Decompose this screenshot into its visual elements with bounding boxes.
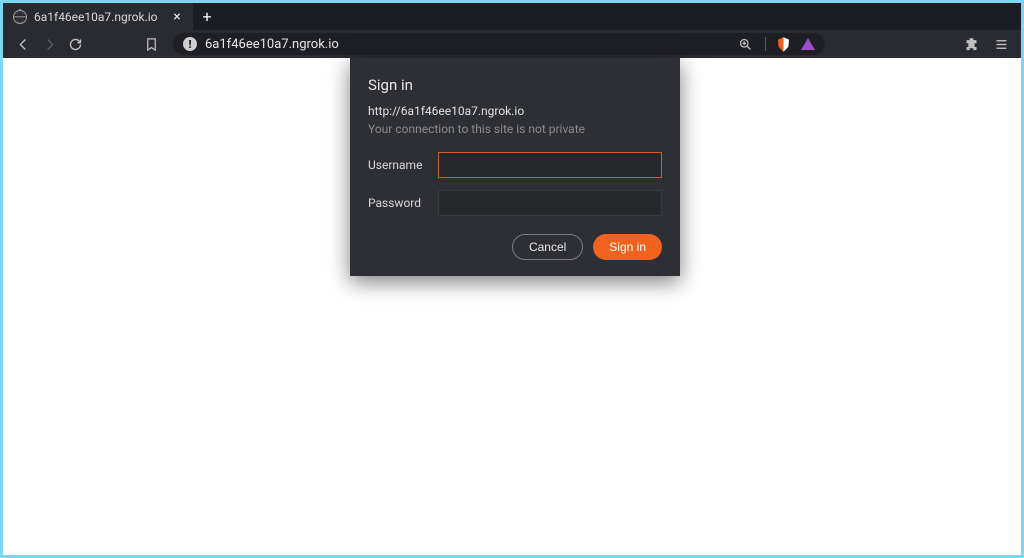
username-label: Username <box>368 158 426 172</box>
not-secure-icon: ! <box>183 37 197 51</box>
brave-shields-icon[interactable] <box>776 36 791 53</box>
bookmark-button[interactable] <box>141 34 161 54</box>
tab-strip: 6a1f46ee10a7.ngrok.io × + <box>3 3 1021 30</box>
zoom-icon[interactable] <box>735 34 755 54</box>
new-tab-button[interactable]: + <box>193 3 221 30</box>
toolbar: ! 6a1f46ee10a7.ngrok.io <box>3 30 1021 58</box>
address-url: 6a1f46ee10a7.ngrok.io <box>205 37 339 52</box>
cancel-button[interactable]: Cancel <box>512 234 583 260</box>
http-auth-dialog: Sign in http://6a1f46ee10a7.ngrok.io You… <box>350 58 680 276</box>
brave-rewards-icon[interactable] <box>801 38 815 50</box>
username-input[interactable] <box>438 152 662 178</box>
viewport: Sign in http://6a1f46ee10a7.ngrok.io You… <box>3 58 1021 555</box>
dialog-title: Sign in <box>368 76 662 94</box>
browser-window: 6a1f46ee10a7.ngrok.io × + ! 6a1f46ee10a7… <box>3 3 1021 555</box>
dialog-warning: Your connection to this site is not priv… <box>368 122 662 136</box>
address-bar[interactable]: ! 6a1f46ee10a7.ngrok.io <box>173 33 825 55</box>
menu-icon[interactable] <box>991 34 1011 54</box>
divider <box>765 37 766 51</box>
back-button[interactable] <box>13 34 33 54</box>
password-label: Password <box>368 196 426 210</box>
close-tab-icon[interactable]: × <box>169 9 185 25</box>
password-input[interactable] <box>438 190 662 216</box>
tab-title: 6a1f46ee10a7.ngrok.io <box>34 10 162 24</box>
forward-button[interactable] <box>39 34 59 54</box>
dialog-host: http://6a1f46ee10a7.ngrok.io <box>368 104 662 118</box>
signin-button[interactable]: Sign in <box>593 234 662 260</box>
reload-button[interactable] <box>65 34 85 54</box>
globe-icon <box>13 10 27 24</box>
browser-tab[interactable]: 6a1f46ee10a7.ngrok.io × <box>3 3 193 30</box>
extensions-icon[interactable] <box>961 34 981 54</box>
